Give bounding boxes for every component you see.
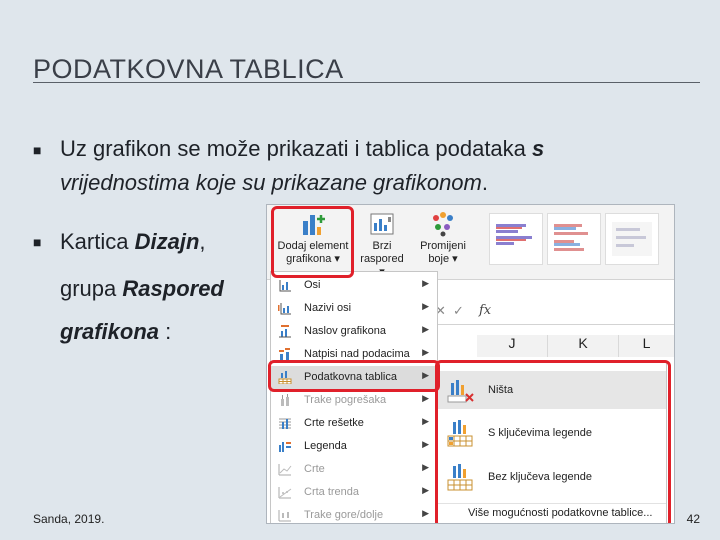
enter-icon[interactable]: ✓ [453, 303, 464, 319]
bullet-marker-1: ■ [33, 142, 42, 158]
excel-screenshot: Dodaj element grafikona ▾ Brzi raspored … [266, 204, 675, 524]
up-down-bars-icon [278, 510, 291, 522]
bullet-2-comma: , [199, 229, 206, 254]
submenu-arrow-icon: ▶ [422, 439, 429, 449]
submenu-arrow-icon: ▶ [422, 462, 429, 472]
chart-element-menu: Osi ▶ Nazivi osi ▶ Naslov grafikona ▶ Natpi… [270, 271, 438, 523]
axes-icon [279, 280, 291, 292]
menu-item-gridlines[interactable]: Crte rešetke ▶ [271, 412, 437, 435]
submenu-arrow-icon: ▶ [422, 324, 429, 334]
highlight-data-table-item [268, 360, 440, 392]
change-colors-line1: Promijeni [420, 240, 466, 252]
bullet-2-raspored: Raspored [122, 276, 224, 301]
palette-icon [430, 211, 456, 237]
page-number: 42 [686, 512, 700, 526]
bullet-2-prefix: Kartica [60, 229, 135, 254]
legend-icon [279, 442, 291, 452]
submenu-arrow-icon: ▶ [422, 301, 429, 311]
bullet-1-end: . [481, 170, 488, 195]
column-header-l[interactable]: L [619, 335, 674, 357]
gridlines-icon [279, 418, 291, 429]
bullet-1-s: s [532, 136, 545, 161]
bullet-2-grupa: grupa [60, 276, 123, 301]
bullet-1-text: Uz grafikon se može prikazati i tablica … [60, 136, 533, 161]
quick-layout-button[interactable]: Brzi raspored ▾ [357, 209, 407, 279]
column-header-k[interactable]: K [548, 335, 619, 357]
fx-icon[interactable]: fx [479, 303, 491, 318]
highlight-submenu [435, 360, 671, 523]
menu-item-label: Trake pogrešaka [304, 394, 387, 406]
quick-layout-icon [369, 211, 395, 237]
menu-item-lines[interactable]: Crte ▶ [271, 458, 437, 481]
bullet-2-line1: Kartica Dizajn, [60, 225, 206, 259]
bullet-2-dizajn: Dizajn [134, 229, 200, 254]
submenu-arrow-icon: ▶ [422, 278, 429, 288]
menu-item-chart-title[interactable]: Naslov grafikona ▶ [271, 320, 437, 343]
error-bars-icon [281, 394, 289, 406]
column-header-j[interactable]: J [477, 335, 548, 357]
bullet-1-italic: vrijednostima koje su prikazane grafikon… [60, 170, 482, 195]
chart-style-thumb[interactable] [489, 213, 543, 265]
menu-item-legend[interactable]: Legenda ▶ [271, 435, 437, 458]
menu-item-label: Crte [304, 463, 325, 475]
menu-item-label: Naslov grafikona [304, 325, 386, 337]
menu-item-trendline[interactable]: Crta trenda ▶ [271, 481, 437, 504]
submenu-arrow-icon: ▶ [422, 508, 429, 518]
submenu-arrow-icon: ▶ [422, 416, 429, 426]
chart-title-icon [279, 325, 291, 338]
change-colors-line2: boje ▾ [428, 253, 458, 265]
slide-title: PODATKOVNA TABLICA [33, 54, 344, 84]
menu-item-label: Osi [304, 279, 321, 291]
menu-item-up-down-bars[interactable]: Trake gore/dolje ▶ [271, 504, 437, 523]
submenu-arrow-icon: ▶ [422, 347, 429, 357]
menu-item-label: Natpisi nad podacima [304, 348, 410, 360]
footer-author: Sanda, 2019. [33, 512, 105, 526]
menu-item-label: Crta trenda [304, 486, 360, 498]
chart-style-thumb[interactable] [605, 213, 659, 265]
bullet-1: Uz grafikon se može prikazati i tablica … [60, 132, 700, 200]
bullet-2-line3: grafikona : [60, 315, 171, 349]
change-colors-button[interactable]: Promijeni boje ▾ [415, 209, 471, 266]
submenu-arrow-icon: ▶ [422, 393, 429, 403]
menu-item-error-bars[interactable]: Trake pogrešaka ▶ [271, 389, 437, 412]
menu-item-label: Legenda [304, 440, 347, 452]
highlight-add-element [271, 206, 354, 278]
menu-item-label: Crte rešetke [304, 417, 364, 429]
submenu-arrow-icon: ▶ [422, 485, 429, 495]
trendline-icon [278, 487, 292, 499]
chart-style-thumb[interactable] [547, 213, 601, 265]
quick-layout-line1: Brzi [372, 240, 392, 252]
bullet-marker-2: ■ [33, 234, 42, 250]
chart-styles-gallery[interactable] [487, 211, 674, 269]
bullet-2-line2: grupa Raspored [60, 272, 224, 306]
menu-item-axis-titles[interactable]: Nazivi osi ▶ [271, 297, 437, 320]
lines-icon [278, 464, 292, 476]
title-underline [33, 82, 700, 83]
formula-bar[interactable]: ✕ ✓ fx [427, 300, 674, 325]
bullet-2-grafikona: grafikona [60, 319, 160, 344]
menu-item-label: Nazivi osi [304, 302, 352, 314]
axis-titles-icon [278, 303, 291, 315]
menu-item-label: Trake gore/dolje [304, 509, 384, 521]
bullet-2-colon: : [159, 319, 172, 344]
